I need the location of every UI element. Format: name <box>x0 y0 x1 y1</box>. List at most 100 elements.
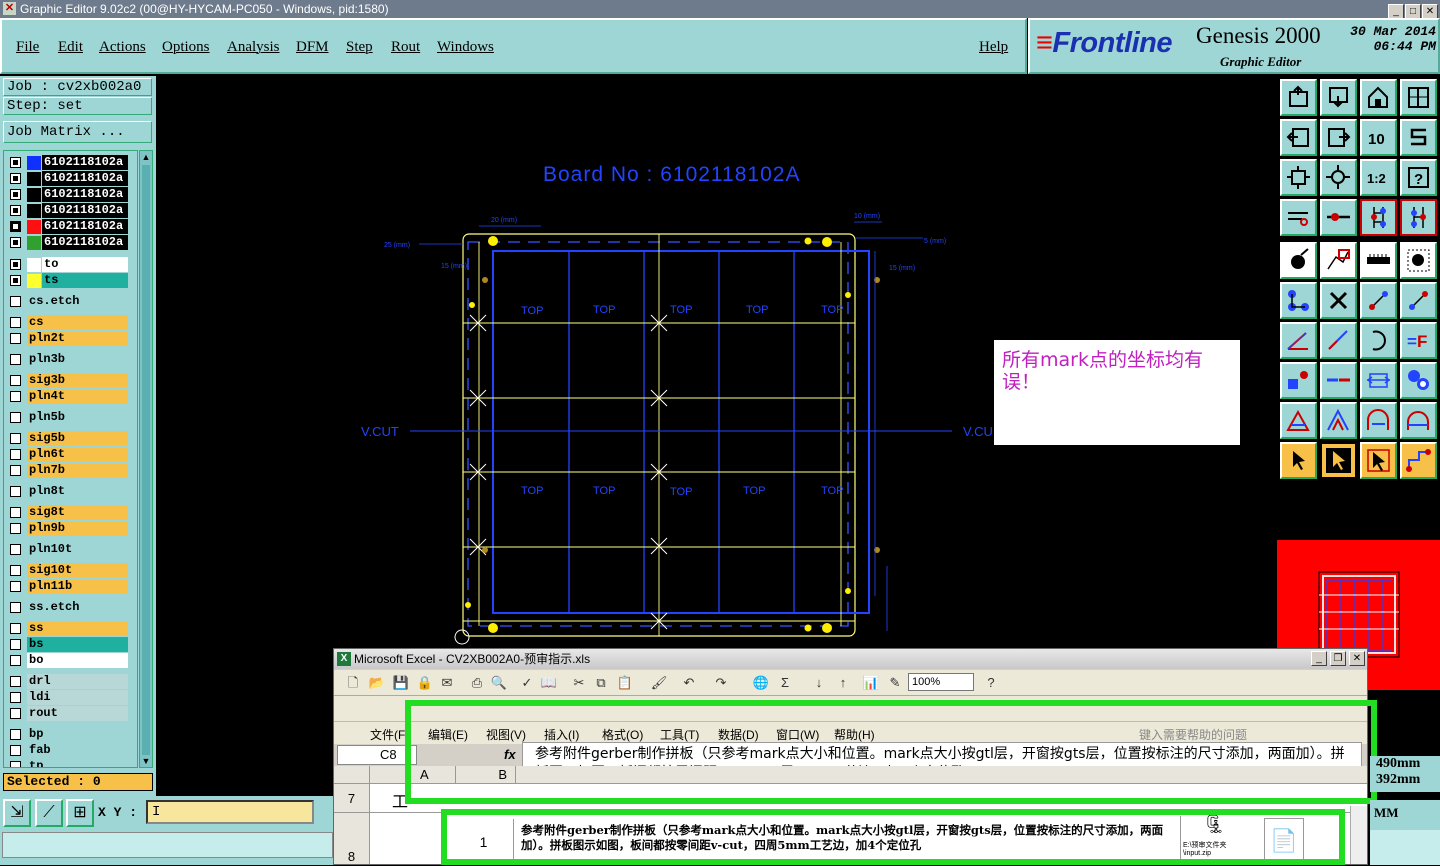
help-icon[interactable]: ? <box>1400 159 1437 196</box>
redraw-icon[interactable] <box>1400 119 1437 156</box>
excel-minimize-button[interactable]: _ <box>1311 651 1327 666</box>
layer-row[interactable]: pln2t <box>6 331 128 346</box>
pan-right-icon[interactable] <box>1320 119 1357 156</box>
layer-checkbox[interactable] <box>10 275 21 286</box>
maximize-button[interactable]: □ <box>1405 4 1421 19</box>
layer-name[interactable]: bp <box>27 727 128 742</box>
layer-checkbox[interactable] <box>10 465 21 476</box>
layer-name[interactable]: bo <box>27 653 128 668</box>
autosum-icon[interactable]: Σ <box>776 674 794 692</box>
move-icon[interactable] <box>1360 282 1397 319</box>
layer-color-swatch[interactable] <box>27 274 41 288</box>
layer-checkbox[interactable] <box>10 602 21 613</box>
line-icon[interactable] <box>1320 322 1357 359</box>
layer-checkbox[interactable] <box>10 523 21 534</box>
multi-select-icon[interactable] <box>1360 442 1397 479</box>
layer-color-swatch[interactable] <box>27 258 41 272</box>
layer-name[interactable]: ts <box>42 273 128 288</box>
spelling-icon[interactable]: ✓ <box>518 674 536 692</box>
layer-name[interactable]: 6102118102a <box>42 235 128 250</box>
layer-name[interactable]: sig5b <box>27 431 128 446</box>
xy-input[interactable]: I <box>146 800 314 824</box>
layer-checkbox[interactable] <box>10 173 21 184</box>
corner-cell[interactable] <box>334 766 370 784</box>
layer-name[interactable]: tp <box>27 759 128 767</box>
copy-icon[interactable] <box>1400 282 1437 319</box>
new-icon[interactable]: 🗋 <box>344 674 362 692</box>
layer-name[interactable]: pln2t <box>27 331 128 346</box>
layer-row[interactable]: bo <box>6 653 128 668</box>
layer-row[interactable]: pln4t <box>6 389 128 404</box>
layer-row[interactable]: pln7b <box>6 463 128 478</box>
save-icon[interactable]: 💾 <box>392 674 410 692</box>
copy-icon-excel[interactable]: ⧉ <box>592 674 610 692</box>
print-preview-icon[interactable]: 🔍 <box>490 674 508 692</box>
print-icon[interactable]: ⎙ <box>468 674 486 692</box>
layer-row[interactable]: tp <box>6 759 128 767</box>
layer-checkbox[interactable] <box>10 221 21 232</box>
zoom-home-icon[interactable] <box>1280 79 1317 116</box>
chart-wizard-icon[interactable]: 📊 <box>862 674 880 692</box>
layer-row[interactable]: bp <box>6 727 128 742</box>
layer-name[interactable]: cs <box>27 315 128 330</box>
layer-row[interactable]: to <box>6 257 128 272</box>
measure-icon[interactable]: ⟋ <box>35 799 63 827</box>
layer-name[interactable]: ldi <box>27 690 128 705</box>
home-view-icon[interactable] <box>1360 79 1397 116</box>
layer-row[interactable]: ldi <box>6 690 128 705</box>
menu-dfm[interactable]: DFM <box>296 39 329 56</box>
layer-checkbox[interactable] <box>10 237 21 248</box>
redo-icon[interactable]: ↷ <box>712 674 730 692</box>
layer-checkbox[interactable] <box>10 623 21 634</box>
layer-name[interactable]: cs.etch <box>27 294 128 309</box>
job-matrix-button[interactable]: Job Matrix ... <box>3 121 152 143</box>
excel-close-button[interactable]: ✕ <box>1349 651 1365 666</box>
layer-checkbox[interactable] <box>10 639 21 650</box>
layer-checkbox[interactable] <box>10 708 21 719</box>
layer-checkbox[interactable] <box>10 189 21 200</box>
drawing-icon[interactable]: ✎ <box>886 674 904 692</box>
arc-contour-icon[interactable] <box>1360 402 1397 439</box>
center-view-icon[interactable] <box>1320 159 1357 196</box>
excel-restore-button[interactable]: ❐ <box>1330 651 1346 666</box>
layer-color-swatch[interactable] <box>27 204 41 218</box>
research-icon[interactable]: 📖 <box>540 674 558 692</box>
menu-analysis[interactable]: Analysis <box>227 39 280 56</box>
layer-name[interactable]: fab <box>27 743 128 758</box>
layer-checkbox[interactable] <box>10 391 21 402</box>
menu-step[interactable]: Step <box>346 39 373 56</box>
layer-row[interactable]: 6102118102a <box>6 155 128 170</box>
layer-row[interactable]: drl <box>6 674 128 689</box>
layer-color-swatch[interactable] <box>27 156 41 170</box>
layer-checkbox[interactable] <box>10 412 21 423</box>
scale-ratio-icon[interactable]: 10 <box>1360 119 1397 156</box>
layer-row[interactable]: sig10t <box>6 563 128 578</box>
sort-desc-icon[interactable]: ↑ <box>834 674 852 692</box>
layer-checkbox[interactable] <box>10 317 21 328</box>
grid-icon[interactable]: ⊞ <box>66 799 94 827</box>
cut-icon[interactable]: ✂ <box>570 674 588 692</box>
close-button[interactable]: ✕ <box>1422 4 1438 19</box>
layer-name[interactable]: pln7b <box>27 463 128 478</box>
row-7-header[interactable]: 7 <box>334 784 370 813</box>
layer-name[interactable]: pln9b <box>27 521 128 536</box>
layer-checkbox[interactable] <box>10 333 21 344</box>
layer-name[interactable]: 6102118102a <box>42 219 128 234</box>
net-highlight-icon[interactable] <box>1400 199 1437 236</box>
format-painter-icon[interactable]: 🖌 <box>650 674 668 692</box>
layer-row[interactable]: 6102118102a <box>6 203 128 218</box>
delete-icon[interactable] <box>1320 282 1357 319</box>
add-pad-icon[interactable] <box>1280 242 1317 279</box>
layer-row[interactable]: pln3b <box>6 352 128 367</box>
permission-icon[interactable]: 🔒 <box>416 674 434 692</box>
resize-icon[interactable] <box>1360 362 1397 399</box>
layer-row[interactable]: 6102118102a <box>6 235 128 250</box>
layer-name[interactable]: drl <box>27 674 128 689</box>
layer-row[interactable]: ss.etch <box>6 600 128 615</box>
layer-checkbox[interactable] <box>10 507 21 518</box>
excel-menu-file[interactable]: 文件(F) <box>370 726 409 743</box>
scroll-thumb[interactable] <box>142 165 150 755</box>
snap-pad-icon[interactable] <box>1280 362 1317 399</box>
layer-checkbox[interactable] <box>10 544 21 555</box>
layer-name[interactable]: to <box>42 257 128 272</box>
